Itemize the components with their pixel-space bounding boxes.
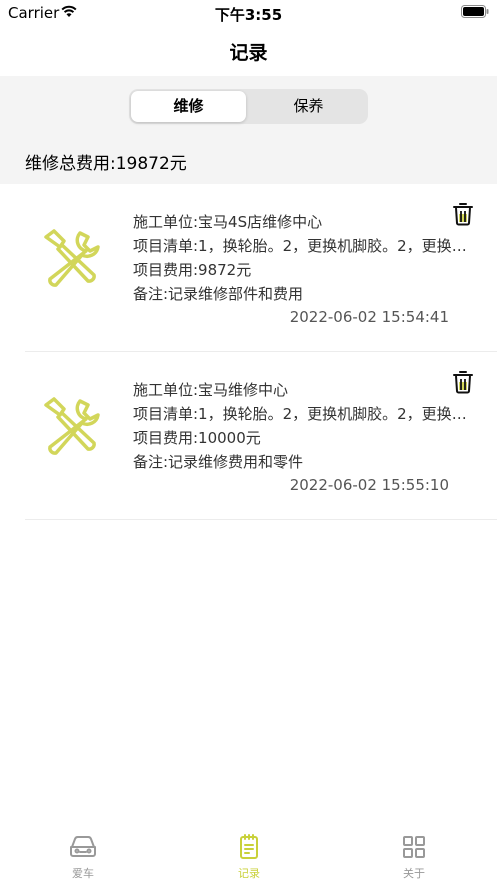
navigation-bar: 记录 [0,26,497,76]
segmented-control: 维修 保养 [129,89,368,124]
record-items: 项目清单:1，换轮胎。2，更换机脚胶。2，更换机脚胶 [133,237,473,255]
record-cost: 项目费用:9872元 [133,261,252,279]
tab-records[interactable]: 记录 [209,834,289,881]
total-cost: 维修总费用:19872元 [25,154,187,174]
record-cost: 项目费用:10000元 [133,429,261,447]
record-unit: 施工单位:宝马维修中心 [133,381,289,399]
tab-records-label: 记录 [238,867,260,880]
record-date: 2022-06-02 15:55:10 [289,476,449,494]
record-note: 备注:记录维修费用和零件 [133,453,304,471]
status-bar: Carrier 下午3:55 [0,0,497,26]
tab-bar: 爱车 记录 关于 [0,818,497,883]
record-note: 备注:记录维修部件和费用 [133,285,304,303]
page-title: 记录 [229,42,268,64]
record-items: 项目清单:1，换轮胎。2，更换机脚胶。2，更换机脚胶 [133,405,473,423]
tab-about[interactable]: 关于 [374,834,454,881]
tab-car-label: 爱车 [72,867,94,880]
segment-maintenance[interactable]: 保养 [251,91,366,122]
record-date: 2022-06-02 15:54:41 [289,308,449,326]
tools-icon [44,229,100,287]
notes-icon [240,834,258,859]
segment-repair[interactable]: 维修 [131,91,246,122]
record-unit: 施工单位:宝马4S店维修中心 [133,213,323,231]
trash-icon[interactable] [451,202,475,226]
record-item[interactable]: 施工单位:宝马维修中心 项目清单:1，换轮胎。2，更换机脚胶。2，更换机脚胶 项… [0,352,497,520]
summary-header: 维修 保养 维修总费用:19872元 [0,76,497,184]
battery-icon [461,5,489,18]
divider [25,519,497,520]
status-time: 下午3:55 [214,6,283,24]
tab-car[interactable]: 爱车 [43,834,123,881]
grid-icon [403,836,425,858]
tab-about-label: 关于 [403,867,425,880]
car-icon [70,836,96,857]
tools-icon [44,397,100,455]
record-item[interactable]: 施工单位:宝马4S店维修中心 项目清单:1，换轮胎。2，更换机脚胶。2，更换机脚… [0,184,497,352]
trash-icon[interactable] [451,370,475,394]
